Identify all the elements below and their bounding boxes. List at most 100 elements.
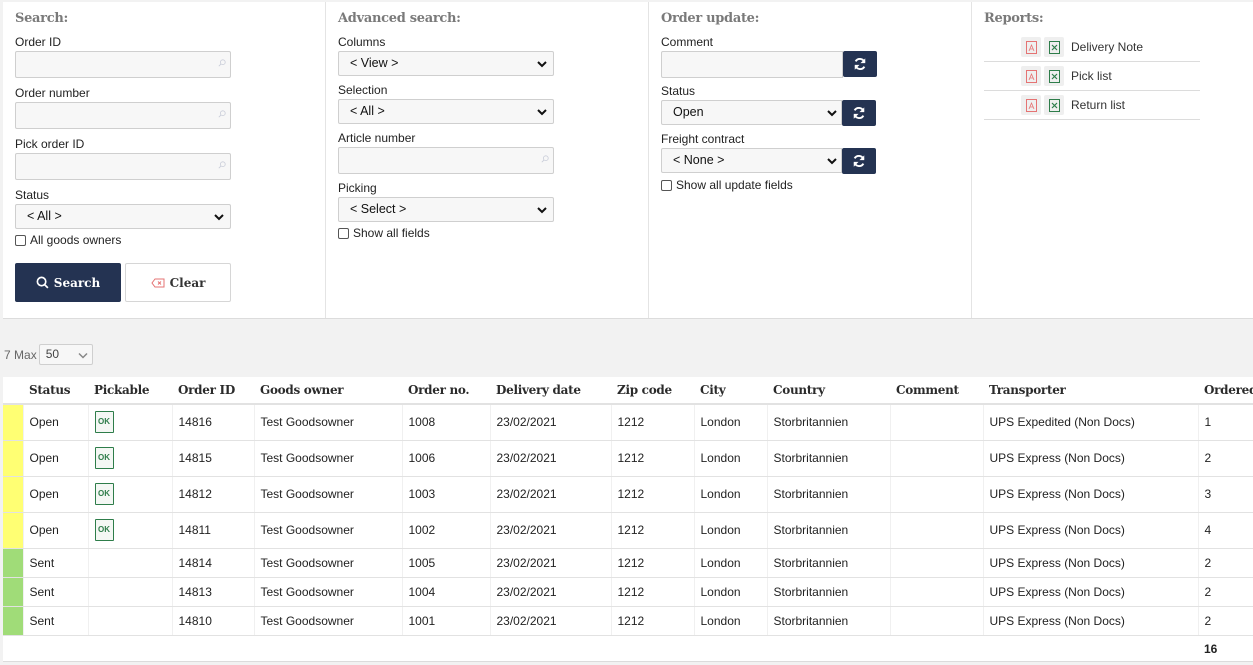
show-all-fields-checkbox[interactable] [338,227,349,239]
col-header-goods-owner[interactable]: Goods owner [254,377,402,405]
excel-icon[interactable] [1044,66,1064,86]
pickable-ok-badge: OK [94,483,114,505]
cell-transporter: UPS Express (Non Docs) [982,606,1198,636]
report-label[interactable]: Delivery Note [1071,40,1143,54]
col-header-order-no[interactable]: Order no. [402,377,490,405]
cell-country: Storbritannien [766,512,890,549]
picking-select-value: < Select > [350,202,407,216]
refresh-icon [853,106,865,120]
cell-status: Open [22,440,88,477]
pdf-icon[interactable] [1021,37,1041,57]
col-header-stripe [3,377,23,405]
cell-comment [889,548,983,578]
excel-icon[interactable] [1044,95,1064,115]
cell-ordered: 2 [1197,577,1253,607]
excel-icon[interactable] [1044,37,1064,57]
update-status-button[interactable] [842,100,876,126]
pick-order-id-input[interactable] [15,153,231,180]
all-goods-owners-checkbox[interactable] [15,234,26,246]
table-row[interactable]: Sent 14810 Test Goodsowner 1001 23/02/2021 12… [3,606,1253,636]
cell-city: London [693,404,767,441]
max-results-select[interactable]: 50 [38,344,93,365]
status-color-indicator [3,512,23,549]
comment-input[interactable] [661,51,843,78]
cell-city: London [693,577,767,607]
show-all-update-fields-checkbox[interactable] [661,179,672,191]
cell-pickable: OK [87,404,172,441]
cell-country: Storbritannien [766,577,890,607]
table-row[interactable]: Open OK 14811 Test Goodsowner 1002 23/02/2021… [3,512,1253,549]
status-color-indicator [3,606,23,636]
columns-select-value: < View > [350,56,399,70]
table-row[interactable]: Open OK 14816 Test Goodsowner 1008 23/02/2021… [3,404,1253,441]
table-row[interactable]: Sent 14814 Test Goodsowner 1005 23/02/2021 12… [3,548,1253,578]
all-goods-owners-option[interactable]: All goods owners [15,233,313,247]
col-header-pickable[interactable]: Pickable [88,377,172,405]
show-all-fields-option[interactable]: Show all fields [338,226,636,240]
cell-status: Sent [22,606,88,636]
table-row[interactable]: Open OK 14812 Test Goodsowner 1003 23/02/2021… [3,476,1253,513]
col-header-comment[interactable]: Comment [890,377,983,405]
cell-goods-owner: Test Goodsowner [253,548,402,578]
status-select[interactable]: < All > [15,204,231,229]
cell-transporter: UPS Express (Non Docs) [982,440,1198,477]
update-status-select[interactable]: Open [661,100,842,125]
chevron-down-icon [827,158,837,165]
picking-select[interactable]: < Select > [338,197,554,222]
cell-delivery-date: 23/02/2021 [489,404,611,441]
cell-delivery-date: 23/02/2021 [489,440,611,477]
search-title: Search: [15,11,68,26]
col-header-status[interactable]: Status [23,377,88,405]
order-number-input[interactable] [15,102,231,129]
columns-select[interactable]: < View > [338,51,554,76]
pick-order-id-label: Pick order ID [15,137,85,151]
cell-order-id: 14815 [171,440,254,477]
pdf-icon[interactable] [1021,95,1041,115]
col-header-transporter[interactable]: Transporter [983,377,1198,405]
cell-pickable: OK [87,476,172,513]
cell-order-no: 1008 [401,404,490,441]
pickable-ok-badge: OK [94,411,114,434]
cell-status: Open [22,404,88,441]
report-label[interactable]: Return list [1071,98,1125,112]
col-header-country[interactable]: Country [767,377,890,405]
update-comment-button[interactable] [843,51,877,77]
cell-order-no: 1001 [401,606,490,636]
search-button[interactable]: Search [15,263,121,302]
table-row[interactable]: Open OK 14815 Test Goodsowner 1006 23/02/2021… [3,440,1253,477]
table-row[interactable]: Sent 14813 Test Goodsowner 1004 23/02/2021 12… [3,577,1253,607]
search-button-label: Search [53,275,101,290]
cell-pickable [87,548,172,578]
search-section: Search: Order ID Order number Pick order… [3,2,326,318]
col-header-ordered[interactable]: Ordered [1198,377,1253,405]
report-item: Return list [984,91,1200,120]
cell-city: London [693,606,767,636]
order-id-input[interactable] [15,51,231,78]
report-item: Pick list [984,62,1200,91]
cell-transporter: UPS Express (Non Docs) [982,577,1198,607]
freight-contract-label: Freight contract [661,132,745,146]
cell-city: London [693,548,767,578]
cell-ordered: 2 [1197,440,1253,477]
selection-select[interactable]: < All > [338,99,554,124]
article-number-input[interactable] [338,147,554,174]
show-all-update-fields-option[interactable]: Show all update fields [661,178,959,192]
cell-delivery-date: 23/02/2021 [489,606,611,636]
cell-order-id: 14811 [171,512,254,549]
clear-button[interactable]: Clear [125,263,231,302]
update-freight-button[interactable] [842,148,876,174]
cell-zip-code: 1212 [610,404,694,441]
selection-label: Selection [338,83,388,97]
col-header-order-id[interactable]: Order ID [172,377,254,405]
col-header-city[interactable]: City [694,377,767,405]
cell-delivery-date: 23/02/2021 [489,512,611,549]
pdf-icon[interactable] [1021,66,1041,86]
col-header-delivery-date[interactable]: Delivery date [490,377,611,405]
cell-city: London [693,476,767,513]
col-header-zip-code[interactable]: Zip code [611,377,694,405]
cell-comment [889,512,983,549]
selection-select-value: < All > [350,104,385,118]
result-count: 7 [4,347,11,362]
freight-contract-select[interactable]: < None > [661,148,842,173]
report-label[interactable]: Pick list [1071,69,1112,83]
